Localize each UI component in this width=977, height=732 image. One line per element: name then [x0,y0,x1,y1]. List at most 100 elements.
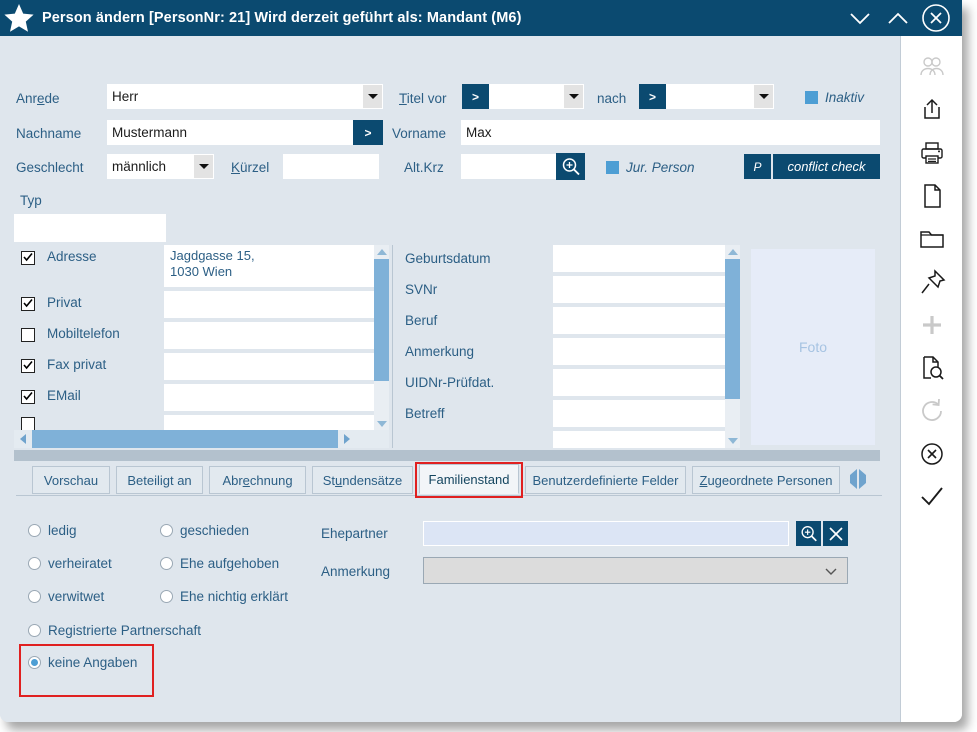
close-button[interactable] [918,3,954,33]
chevron-down-icon [850,13,870,25]
contact-checkbox[interactable] [21,359,35,373]
tab-prev-button[interactable] [840,469,857,489]
contact-checkbox[interactable] [21,390,35,404]
radio-ehe-nichtig-erklärt[interactable]: Ehe nichtig erklärt [160,589,288,604]
conflict-check-button[interactable]: conflict check [773,154,880,179]
action-rail [900,36,962,722]
minimize-button[interactable] [842,3,878,33]
tab-nav [840,469,876,489]
folder-icon [919,231,944,248]
splitter-bar[interactable] [14,450,880,461]
scroll-up-button[interactable] [725,245,740,259]
contact-value[interactable] [164,291,374,318]
anrede-value: Herr [112,89,139,104]
contact-value[interactable] [164,353,374,380]
details-vscrollbar[interactable] [725,245,740,448]
contact-label: Adresse [47,249,97,264]
typ-input[interactable] [14,214,166,242]
detail-value[interactable] [553,338,725,365]
cancel-icon[interactable] [910,437,954,471]
contact-label: Privat [47,295,82,310]
jur-person-checkbox[interactable]: Jur. Person [606,160,695,175]
contact-value[interactable] [164,322,374,349]
scroll-left-button[interactable] [14,430,32,448]
detail-value[interactable] [553,276,725,303]
new-document-icon[interactable] [910,179,954,213]
checkbox-filled-icon [805,91,818,104]
checkbox-filled-icon [606,161,619,174]
contacts-hscrollbar[interactable] [14,430,389,448]
contact-checkbox[interactable] [21,251,35,265]
confirm-icon[interactable] [910,480,954,514]
p-button[interactable]: P [744,154,771,179]
document-search-icon[interactable] [910,351,954,385]
radio-registrierte-partnerschaft[interactable]: Registrierte Partnerschaft [28,623,201,638]
radio-circle-icon [28,524,41,537]
chevron-down-icon [194,155,213,178]
radio-label: verwitwet [48,589,105,604]
tab-zugeordnete-personen[interactable]: Zugeordnete Personen [692,466,840,494]
anmerkung-select[interactable] [423,557,848,584]
titel-nach-select[interactable] [666,84,774,109]
vorname-input[interactable] [461,120,880,145]
scroll-down-button[interactable] [725,434,740,448]
contacts-vscrollbar[interactable] [374,245,389,431]
ehepartner-clear-button[interactable] [823,521,848,546]
radio-geschieden[interactable]: geschieden [160,523,249,538]
radio-label: verheiratet [48,556,112,571]
scroll-thumb[interactable] [374,259,389,381]
folder-icon[interactable] [910,222,954,256]
ehepartner-search-button[interactable] [796,521,821,546]
detail-label: Beruf [405,313,438,328]
contact-value[interactable] [164,384,374,411]
geschlecht-label: Geschlecht [16,160,84,175]
chevron-down-icon [564,85,583,108]
radio-ledig[interactable]: ledig [28,523,77,538]
titel-vor-lookup-button[interactable]: > [462,84,489,109]
export-icon[interactable] [910,93,954,127]
kuerzel-input[interactable] [283,154,379,179]
contact-checkbox[interactable] [21,328,35,342]
scroll-right-button[interactable] [338,430,356,448]
print-icon[interactable] [910,136,954,170]
geschlecht-select[interactable]: männlich [107,154,214,179]
tab-abrechnung[interactable]: Abr e chnung [209,466,306,494]
detail-value[interactable] [553,369,725,396]
radio-verwitwet[interactable]: verwitwet [28,589,104,604]
tab-benutzerdefinierte-felder[interactable]: Benutzerdefinierte Felder [525,466,686,494]
contact-label: Mobiltelefon [47,326,120,341]
scroll-up-button[interactable] [374,245,389,259]
radio-verheiratet[interactable]: verheiratet [28,556,112,571]
magnifier-plus-icon [801,525,817,541]
titel-nach-lookup-button[interactable]: > [639,84,666,109]
contact-checkbox[interactable] [21,297,35,311]
tab-vorschau[interactable]: Vorschau [32,466,110,494]
details-panel: Geburtsdatum SVNr Beruf Anmerkung UIDNr-Prüf… [400,245,740,448]
tab-familienstand[interactable]: Familienstand [419,464,519,494]
add-icon [910,308,954,342]
anrede-select[interactable]: Herr [107,84,383,109]
restore-button[interactable] [880,3,916,33]
tab-stundens-tze[interactable]: St u ndensätze [312,466,413,494]
radio-keine-angaben[interactable]: keine Angaben [28,655,137,670]
contact-value[interactable]: Jagdgasse 15, 1030 Wien [164,245,374,287]
tab-next-button[interactable] [859,469,876,489]
tab-beteiligt-an[interactable]: Beteiligt an [116,466,203,494]
scroll-down-button[interactable] [374,417,389,431]
nachname-lookup-button[interactable]: > [353,120,383,145]
altkrz-input[interactable] [461,154,556,179]
photo-placeholder[interactable]: Foto [751,249,875,445]
detail-value[interactable] [553,307,725,334]
scroll-thumb-h[interactable] [32,430,338,448]
ehepartner-input[interactable] [423,521,789,546]
nachname-input[interactable] [107,120,353,145]
pin-icon[interactable] [910,265,954,299]
detail-value[interactable] [553,245,725,272]
titel-vor-select[interactable] [489,84,584,109]
window-controls [842,3,962,33]
inaktiv-checkbox[interactable]: Inaktiv [805,90,864,105]
radio-ehe-aufgehoben[interactable]: Ehe aufgehoben [160,556,279,571]
detail-value[interactable] [553,400,725,427]
altkrz-search-button[interactable] [556,153,585,180]
scroll-thumb[interactable] [725,259,740,399]
